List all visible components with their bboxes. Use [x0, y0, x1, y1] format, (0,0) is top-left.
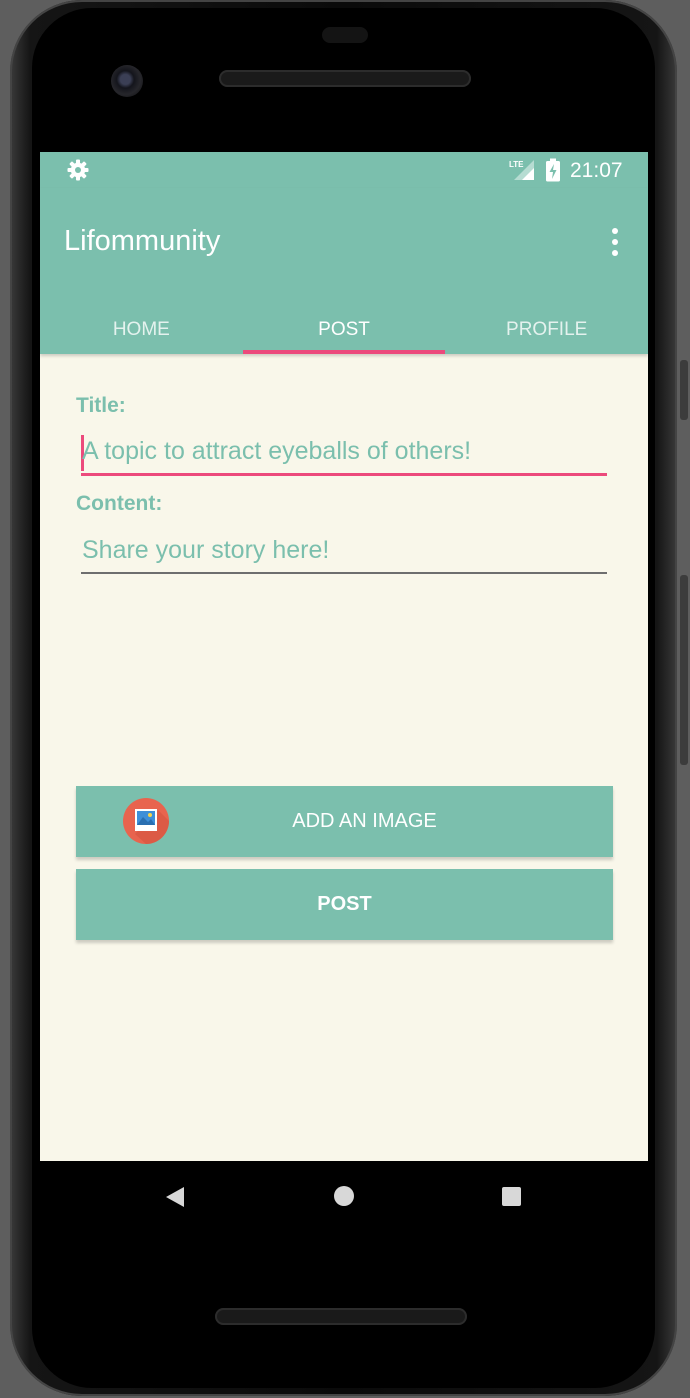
- title-placeholder: A topic to attract eyeballs of others!: [82, 437, 472, 465]
- tab-post[interactable]: POST: [243, 312, 446, 354]
- status-time: 21:07: [570, 159, 623, 182]
- title-label: Title:: [76, 394, 126, 417]
- add-image-label: ADD AN IMAGE: [292, 810, 437, 832]
- post-button-label: POST: [317, 893, 372, 915]
- settings-icon: [67, 159, 89, 181]
- front-camera: [111, 65, 143, 97]
- title-input[interactable]: A topic to attract eyeballs of others!: [81, 433, 607, 476]
- tab-home-label: HOME: [112, 319, 170, 340]
- image-icon: [123, 798, 169, 844]
- bottom-speaker-grille: [215, 1308, 467, 1325]
- tab-home[interactable]: HOME: [40, 312, 243, 354]
- add-image-button[interactable]: ADD AN IMAGE: [76, 786, 613, 857]
- status-bar: LTE 21:07: [40, 152, 648, 188]
- post-button[interactable]: POST: [76, 869, 613, 940]
- active-tab-indicator: [243, 350, 445, 354]
- recents-icon[interactable]: [502, 1187, 521, 1206]
- tab-profile-label: PROFILE: [506, 319, 588, 340]
- volume-button: [680, 575, 688, 765]
- content-input[interactable]: Share your story here!: [81, 532, 607, 574]
- content-label: Content:: [76, 492, 163, 515]
- side-button: [680, 360, 688, 420]
- content-placeholder: Share your story here!: [82, 536, 330, 564]
- home-icon[interactable]: [334, 1186, 354, 1206]
- svg-text:LTE: LTE: [509, 160, 524, 169]
- tab-post-label: POST: [318, 319, 370, 340]
- more-vert-icon[interactable]: [608, 226, 622, 258]
- lte-signal-icon: LTE: [509, 160, 534, 180]
- tab-profile[interactable]: PROFILE: [445, 312, 648, 354]
- battery-charging-icon: [546, 158, 560, 182]
- app-title: Lifommunity: [64, 225, 221, 257]
- app-screen: LTE 21:07 Lifommunity HOME POST PROFILE: [40, 152, 648, 1161]
- back-icon[interactable]: [164, 1186, 186, 1208]
- tab-bar: HOME POST PROFILE: [40, 312, 648, 354]
- top-sensor: [322, 27, 368, 43]
- app-bar: Lifommunity HOME POST PROFILE: [40, 188, 648, 354]
- top-speaker-grille: [219, 70, 471, 87]
